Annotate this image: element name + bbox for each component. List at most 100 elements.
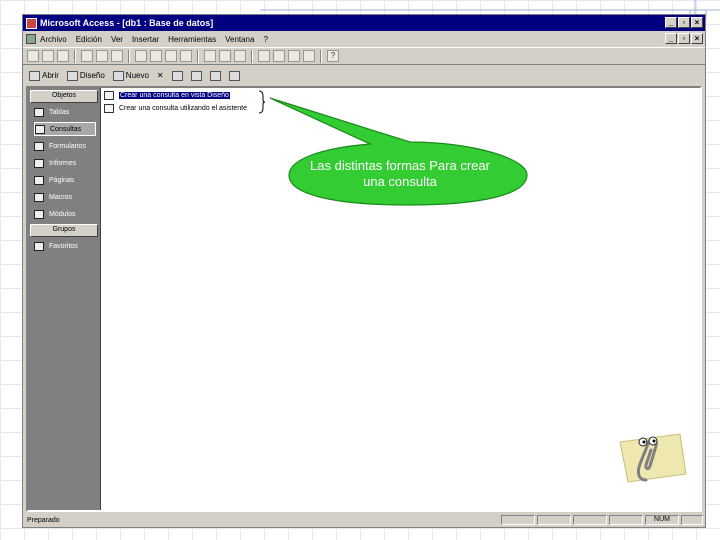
object-label: Informes xyxy=(49,159,77,167)
object-modules[interactable]: Módulos xyxy=(34,207,96,221)
table-icon xyxy=(34,107,44,117)
object-macros[interactable]: Macros xyxy=(34,190,96,204)
toolbar-separator xyxy=(320,49,322,63)
cut-icon[interactable] xyxy=(135,50,147,62)
small-icons-button[interactable] xyxy=(189,69,204,82)
delete-button[interactable]: ✕ xyxy=(155,69,166,82)
format-painter-icon[interactable] xyxy=(180,50,192,62)
close-button[interactable]: × xyxy=(691,17,703,28)
object-queries[interactable]: Consultas xyxy=(34,122,96,136)
doc-restore-button[interactable]: ▫ xyxy=(678,33,690,44)
menu-edicion[interactable]: Edición xyxy=(76,35,102,44)
object-forms[interactable]: Formularios xyxy=(34,139,96,153)
status-panes: NUM xyxy=(501,515,703,525)
objects-header[interactable]: Objetos xyxy=(30,90,98,103)
office-links-icon[interactable] xyxy=(219,50,231,62)
new-label: Nuevo xyxy=(125,71,149,80)
favorites-folder-icon xyxy=(34,241,44,251)
list-item-label: Crear una consulta en vista Diseño xyxy=(119,91,230,99)
object-label: Macros xyxy=(49,193,72,201)
object-tables[interactable]: Tablas xyxy=(34,105,96,119)
status-text: Preparado xyxy=(27,517,60,524)
new-button[interactable]: Nuevo xyxy=(111,69,151,82)
standard-toolbar: ? xyxy=(23,47,705,65)
toolbar-separator xyxy=(128,49,130,63)
open-button[interactable]: Abrir xyxy=(27,69,61,82)
macro-icon xyxy=(34,192,44,202)
design-label: Diseño xyxy=(79,71,105,80)
status-pane xyxy=(609,515,643,525)
module-icon xyxy=(34,209,44,219)
large-icons-icon xyxy=(171,70,183,81)
object-label: Formularios xyxy=(49,142,86,150)
restore-button[interactable]: ▫ xyxy=(678,17,690,28)
window-title: Microsoft Access - [db1 : Base de datos] xyxy=(40,18,214,28)
menu-herramientas[interactable]: Herramientas xyxy=(168,35,216,44)
menu-ventana[interactable]: Ventana xyxy=(225,35,254,44)
title-bar: Microsoft Access - [db1 : Base de datos]… xyxy=(23,15,705,31)
report-icon xyxy=(34,158,44,168)
menu-archivo[interactable]: Archivo xyxy=(40,35,67,44)
document-controls: _ ▫ × xyxy=(665,33,703,44)
new-icon[interactable] xyxy=(27,50,39,62)
status-pane xyxy=(537,515,571,525)
menu-help[interactable]: ? xyxy=(263,35,267,44)
paste-icon[interactable] xyxy=(165,50,177,62)
callout-text: Las distintas formas Para crear una cons… xyxy=(310,158,490,189)
list-view-button[interactable] xyxy=(208,69,223,82)
large-icons-button[interactable] xyxy=(170,69,185,82)
help-icon[interactable]: ? xyxy=(327,50,339,62)
group-favorites[interactable]: Favoritos xyxy=(34,239,96,253)
copy-icon[interactable] xyxy=(150,50,162,62)
relationships-icon[interactable] xyxy=(288,50,300,62)
doc-minimize-button[interactable]: _ xyxy=(665,33,677,44)
clippy-paperclip-icon[interactable] xyxy=(610,430,688,484)
print-icon[interactable] xyxy=(81,50,93,62)
list-item-label: Crear una consulta utilizando el asisten… xyxy=(119,104,248,112)
database-toolbar: Abrir Diseño Nuevo ✕ xyxy=(23,67,709,84)
query-wizard-icon xyxy=(104,103,114,113)
database-window-icon[interactable] xyxy=(26,34,36,44)
new-object-icon[interactable] xyxy=(303,50,315,62)
undo-icon[interactable] xyxy=(204,50,216,62)
list-item[interactable]: Crear una consulta en vista Diseño xyxy=(104,89,230,101)
object-pages[interactable]: Páginas xyxy=(34,173,96,187)
status-bar: Preparado NUM xyxy=(23,514,705,527)
properties-icon[interactable] xyxy=(273,50,285,62)
save-icon[interactable] xyxy=(57,50,69,62)
small-icons-icon xyxy=(190,70,202,81)
toolbar-separator xyxy=(74,49,76,63)
object-label: Tablas xyxy=(49,108,70,116)
open-label: Abrir xyxy=(42,71,59,80)
access-window: Microsoft Access - [db1 : Base de datos]… xyxy=(22,14,706,528)
list-icon xyxy=(209,70,221,81)
toolbar-separator xyxy=(197,49,199,63)
access-app-icon[interactable] xyxy=(26,17,37,29)
delete-icon: ✕ xyxy=(156,71,164,80)
open-icon[interactable] xyxy=(42,50,54,62)
details-icon xyxy=(228,70,240,81)
details-view-button[interactable] xyxy=(227,69,242,82)
groups-header[interactable]: Grupos xyxy=(30,224,98,237)
query-icon xyxy=(35,124,45,134)
code-icon[interactable] xyxy=(258,50,270,62)
menu-bar: Archivo Edición Ver Insertar Herramienta… xyxy=(23,32,705,46)
menu-ver[interactable]: Ver xyxy=(111,35,123,44)
list-item[interactable]: Crear una consulta utilizando el asisten… xyxy=(104,102,247,114)
bracket-marker xyxy=(258,90,266,114)
object-label: Módulos xyxy=(49,210,76,218)
object-label: Consultas xyxy=(50,125,82,133)
form-icon xyxy=(34,141,44,151)
analyze-icon[interactable] xyxy=(234,50,246,62)
objects-bar: Objetos Tablas Consultas Formularios Inf… xyxy=(28,88,101,510)
object-reports[interactable]: Informes xyxy=(34,156,96,170)
doc-close-button[interactable]: × xyxy=(691,33,703,44)
minimize-button[interactable]: _ xyxy=(665,17,677,28)
open-object-icon xyxy=(29,70,40,81)
spelling-icon[interactable] xyxy=(111,50,123,62)
menu-insertar[interactable]: Insertar xyxy=(132,35,159,44)
status-pane xyxy=(573,515,607,525)
design-button[interactable]: Diseño xyxy=(65,69,107,82)
print-preview-icon[interactable] xyxy=(96,50,108,62)
new-object-icon xyxy=(112,70,124,81)
